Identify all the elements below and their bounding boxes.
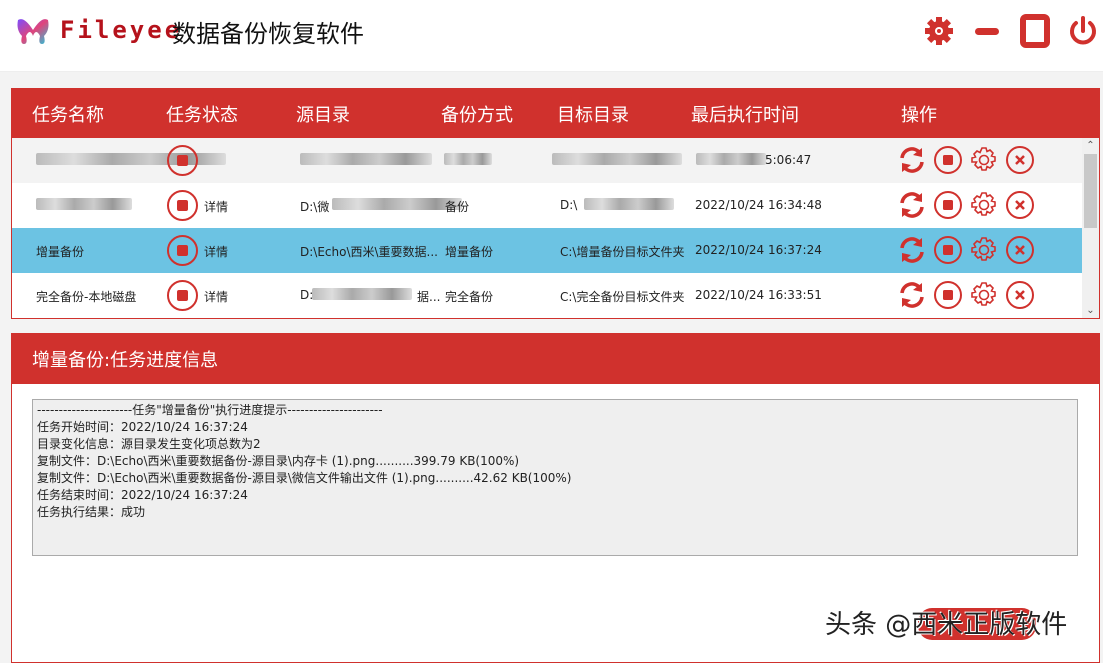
log-line: 任务执行结果：成功 (37, 504, 1073, 521)
source-dir: D: (300, 288, 313, 302)
source-dir: D:\Echo\西米\重要数据... (300, 243, 438, 260)
delete-icon[interactable] (1005, 145, 1035, 175)
task-settings-icon[interactable] (969, 145, 999, 175)
table-row[interactable]: 详情 D:\微 备份 D:\ 2022/10/24 16:34:48 (12, 183, 1082, 228)
task-settings-icon[interactable] (969, 280, 999, 310)
status-stop-icon[interactable] (167, 235, 198, 266)
log-line: ----------------------任务"增量备份"执行进度提示----… (37, 402, 1073, 419)
settings-gear-icon[interactable] (922, 14, 956, 48)
source-dir: D:\微 (300, 198, 329, 215)
redacted-text (332, 198, 462, 210)
source-tail: 据... (417, 288, 440, 305)
stop-icon[interactable] (933, 280, 963, 310)
table-row[interactable]: 增量备份 详情 D:\Echo\西米\重要数据... 增量备份 C:\增量备份目标文件夹… (12, 228, 1082, 273)
col-time: 最后执行时间 (691, 101, 799, 127)
redacted-text (312, 288, 412, 300)
backup-mode: 完全备份 (445, 288, 493, 305)
row-actions (897, 145, 1035, 175)
power-close-icon[interactable] (1066, 14, 1100, 48)
table-row[interactable]: 5:06:47 (12, 138, 1082, 183)
backup-mode: 备份 (445, 198, 469, 215)
status-stop-icon[interactable] (167, 145, 198, 176)
detail-link[interactable]: 详情 (204, 198, 228, 215)
redacted-text (300, 153, 432, 165)
progress-title: 增量备份:任务进度信息 (12, 334, 1099, 384)
maximize-icon[interactable] (1018, 14, 1052, 48)
target-dir: C:\完全备份目标文件夹 (560, 288, 684, 305)
last-run-time: 5:06:47 (765, 153, 811, 167)
col-target: 目标目录 (557, 101, 629, 127)
backup-mode: 增量备份 (445, 243, 493, 260)
refresh-icon[interactable] (897, 235, 927, 265)
watermark: 头条 @西米正版软件 (825, 604, 1067, 641)
redacted-text (444, 153, 492, 165)
redacted-text (552, 153, 682, 165)
minimize-icon[interactable] (970, 14, 1004, 48)
log-line: 任务开始时间：2022/10/24 16:37:24 (37, 419, 1073, 436)
task-settings-icon[interactable] (969, 235, 999, 265)
col-mode: 备份方式 (441, 101, 513, 127)
col-status: 任务状态 (166, 101, 238, 127)
stop-icon[interactable] (933, 190, 963, 220)
table-header: 任务名称 任务状态 源目录 备份方式 目标目录 最后执行时间 操作 (12, 89, 1099, 138)
col-name: 任务名称 (32, 101, 104, 127)
redacted-text (584, 198, 674, 210)
title-bar: Fileyee 数据备份恢复软件 (0, 0, 1103, 72)
redacted-text (36, 198, 132, 210)
stop-icon[interactable] (933, 145, 963, 175)
last-run-time: 2022/10/24 16:37:24 (695, 243, 822, 257)
redacted-text (696, 153, 766, 165)
stop-icon[interactable] (933, 235, 963, 265)
row-actions (897, 190, 1035, 220)
col-source: 源目录 (296, 101, 350, 127)
log-line: 目录变化信息：源目录发生变化项总数为2 (37, 436, 1073, 453)
task-name: 完全备份-本地磁盘 (36, 288, 136, 305)
delete-icon[interactable] (1005, 280, 1035, 310)
status-stop-icon[interactable] (167, 190, 198, 221)
log-line: 复制文件：D:\Echo\西米\重要数据备份-源目录\内存卡 (1).png..… (37, 453, 1073, 470)
status-stop-icon[interactable] (167, 280, 198, 311)
task-table: 任务名称 任务状态 源目录 备份方式 目标目录 最后执行时间 操作 5:06:4… (11, 88, 1100, 319)
refresh-icon[interactable] (897, 190, 927, 220)
log-line: 复制文件：D:\Echo\西米\重要数据备份-源目录\微信文件输出文件 (1).… (37, 470, 1073, 487)
progress-log: ----------------------任务"增量备份"执行进度提示----… (32, 399, 1078, 556)
table-row[interactable]: 据... 完全备份-本地磁盘 详情 D: 完全备份 C:\完全备份目标文件夹 2022/10… (12, 273, 1082, 318)
task-settings-icon[interactable] (969, 190, 999, 220)
fileyee-logo-icon (14, 16, 52, 46)
scrollbar[interactable]: ⌃⌄ (1082, 138, 1099, 318)
refresh-icon[interactable] (897, 280, 927, 310)
row-actions (897, 235, 1035, 265)
detail-link[interactable]: 详情 (204, 243, 228, 260)
refresh-icon[interactable] (897, 145, 927, 175)
target-dir: D:\ (560, 198, 577, 212)
task-name: 增量备份 (36, 243, 84, 260)
detail-link[interactable]: 详情 (204, 288, 228, 305)
app-title: 数据备份恢复软件 (172, 14, 364, 49)
row-actions (897, 280, 1035, 310)
log-line: 任务结束时间：2022/10/24 16:37:24 (37, 487, 1073, 504)
delete-icon[interactable] (1005, 235, 1035, 265)
target-dir: C:\增量备份目标文件夹 (560, 243, 684, 260)
delete-icon[interactable] (1005, 190, 1035, 220)
last-run-time: 2022/10/24 16:33:51 (695, 288, 822, 302)
brand-name: Fileyee (60, 16, 182, 44)
col-actions: 操作 (901, 101, 937, 127)
last-run-time: 2022/10/24 16:34:48 (695, 198, 822, 212)
